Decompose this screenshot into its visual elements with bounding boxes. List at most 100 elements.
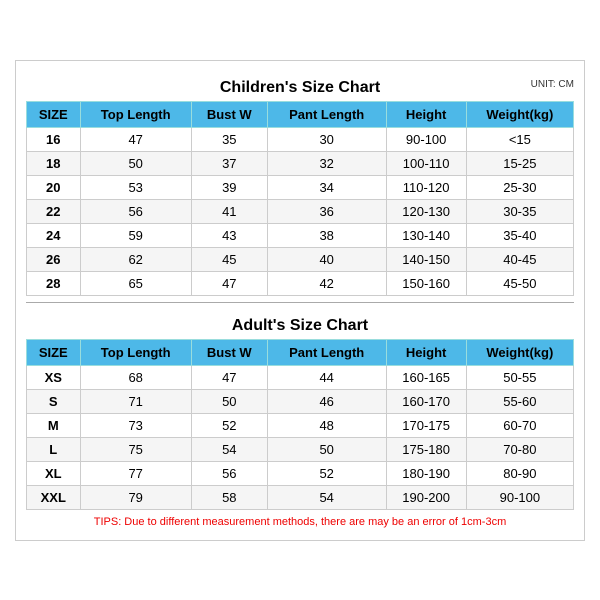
table-cell: 24 — [27, 223, 81, 247]
table-cell: 175-180 — [386, 437, 466, 461]
table-cell: 47 — [191, 365, 267, 389]
section-divider — [26, 302, 574, 303]
table-cell: 56 — [80, 199, 191, 223]
table-cell: 47 — [191, 271, 267, 295]
table-cell: 75 — [80, 437, 191, 461]
table-row: 24594338130-14035-40 — [27, 223, 574, 247]
adult-col-weight: Weight(kg) — [466, 339, 573, 365]
table-cell: 79 — [80, 485, 191, 509]
table-cell: 60-70 — [466, 413, 573, 437]
table-cell: 36 — [267, 199, 386, 223]
table-cell: 32 — [267, 151, 386, 175]
table-cell: 54 — [191, 437, 267, 461]
table-cell: 48 — [267, 413, 386, 437]
table-row: 26624540140-15040-45 — [27, 247, 574, 271]
table-cell: 50 — [191, 389, 267, 413]
table-cell: 73 — [80, 413, 191, 437]
table-cell: XS — [27, 365, 81, 389]
table-cell: 41 — [191, 199, 267, 223]
table-cell: S — [27, 389, 81, 413]
table-cell: 58 — [191, 485, 267, 509]
table-cell: 47 — [80, 127, 191, 151]
table-cell: 18 — [27, 151, 81, 175]
table-cell: L — [27, 437, 81, 461]
table-cell: 25-30 — [466, 175, 573, 199]
adult-table: SIZE Top Length Bust W Pant Length Heigh… — [26, 339, 574, 510]
table-cell: 26 — [27, 247, 81, 271]
table-cell: 62 — [80, 247, 191, 271]
children-col-pant-length: Pant Length — [267, 101, 386, 127]
table-cell: 70-80 — [466, 437, 573, 461]
children-table: SIZE Top Length Bust W Pant Length Heigh… — [26, 101, 574, 296]
table-cell: 80-90 — [466, 461, 573, 485]
adult-col-top-length: Top Length — [80, 339, 191, 365]
table-cell: 22 — [27, 199, 81, 223]
table-cell: 16 — [27, 127, 81, 151]
table-cell: 140-150 — [386, 247, 466, 271]
table-cell: M — [27, 413, 81, 437]
children-header-row: SIZE Top Length Bust W Pant Length Heigh… — [27, 101, 574, 127]
table-cell: 46 — [267, 389, 386, 413]
table-cell: 52 — [267, 461, 386, 485]
table-cell: 28 — [27, 271, 81, 295]
table-cell: <15 — [466, 127, 573, 151]
table-cell: 40 — [267, 247, 386, 271]
table-cell: 38 — [267, 223, 386, 247]
table-cell: 68 — [80, 365, 191, 389]
table-cell: 45 — [191, 247, 267, 271]
table-cell: 50 — [80, 151, 191, 175]
adult-col-height: Height — [386, 339, 466, 365]
table-cell: 130-140 — [386, 223, 466, 247]
table-row: 22564136120-13030-35 — [27, 199, 574, 223]
children-title-text: Children's Size Chart — [220, 79, 380, 96]
children-title: Children's Size Chart UNIT: CM — [26, 71, 574, 101]
table-cell: 150-160 — [386, 271, 466, 295]
table-cell: 53 — [80, 175, 191, 199]
table-cell: 110-120 — [386, 175, 466, 199]
children-col-weight: Weight(kg) — [466, 101, 573, 127]
table-cell: 15-25 — [466, 151, 573, 175]
table-cell: 20 — [27, 175, 81, 199]
table-cell: 44 — [267, 365, 386, 389]
table-cell: 160-165 — [386, 365, 466, 389]
children-col-size: SIZE — [27, 101, 81, 127]
table-cell: 180-190 — [386, 461, 466, 485]
table-cell: 100-110 — [386, 151, 466, 175]
adult-title: Adult's Size Chart — [26, 309, 574, 339]
table-cell: 65 — [80, 271, 191, 295]
table-row: 20533934110-12025-30 — [27, 175, 574, 199]
table-cell: XXL — [27, 485, 81, 509]
table-cell: 90-100 — [386, 127, 466, 151]
table-cell: 45-50 — [466, 271, 573, 295]
table-cell: 52 — [191, 413, 267, 437]
table-cell: 90-100 — [466, 485, 573, 509]
table-cell: 50-55 — [466, 365, 573, 389]
table-cell: 55-60 — [466, 389, 573, 413]
table-cell: 35-40 — [466, 223, 573, 247]
children-col-bust-w: Bust W — [191, 101, 267, 127]
table-row: 18503732100-11015-25 — [27, 151, 574, 175]
table-cell: 170-175 — [386, 413, 466, 437]
table-cell: 190-200 — [386, 485, 466, 509]
table-row: L755450175-18070-80 — [27, 437, 574, 461]
unit-label: UNIT: CM — [531, 79, 574, 90]
table-cell: 40-45 — [466, 247, 573, 271]
children-section: Children's Size Chart UNIT: CM SIZE Top … — [26, 71, 574, 296]
table-row: 1647353090-100<15 — [27, 127, 574, 151]
table-cell: 37 — [191, 151, 267, 175]
children-col-top-length: Top Length — [80, 101, 191, 127]
table-row: XS684744160-16550-55 — [27, 365, 574, 389]
adult-title-text: Adult's Size Chart — [232, 317, 368, 334]
table-row: XXL795854190-20090-100 — [27, 485, 574, 509]
adult-col-size: SIZE — [27, 339, 81, 365]
table-cell: 43 — [191, 223, 267, 247]
table-row: XL775652180-19080-90 — [27, 461, 574, 485]
table-cell: 34 — [267, 175, 386, 199]
adult-col-pant-length: Pant Length — [267, 339, 386, 365]
size-chart-container: Children's Size Chart UNIT: CM SIZE Top … — [15, 60, 585, 541]
table-cell: 160-170 — [386, 389, 466, 413]
table-cell: 54 — [267, 485, 386, 509]
table-cell: 39 — [191, 175, 267, 199]
table-cell: 42 — [267, 271, 386, 295]
table-cell: 120-130 — [386, 199, 466, 223]
